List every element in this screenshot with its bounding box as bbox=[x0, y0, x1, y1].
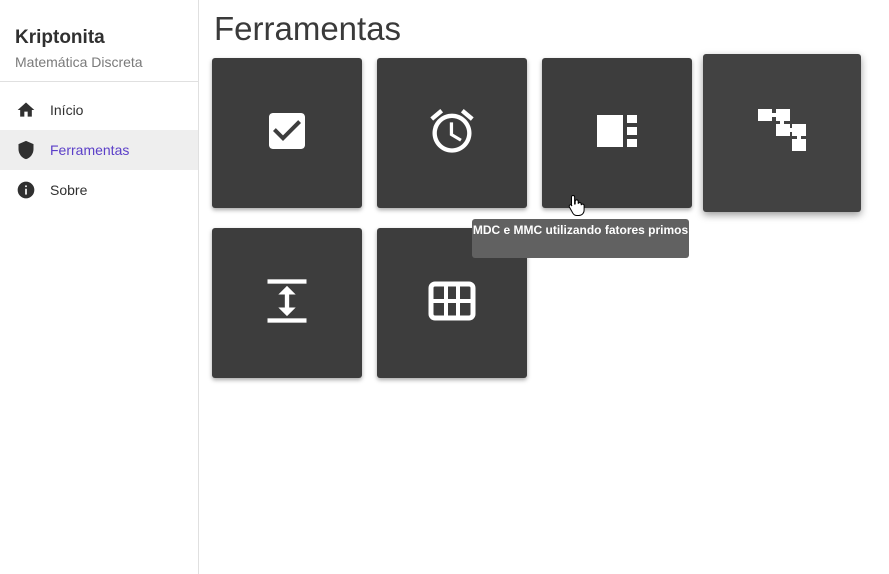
sidebar-nav: Início Ferramentas Sobre bbox=[0, 90, 198, 210]
hierarchy-icon bbox=[756, 107, 808, 160]
alarm-icon bbox=[426, 105, 478, 162]
page-title: Ferramentas bbox=[214, 10, 402, 47]
checkbox-icon bbox=[263, 107, 311, 160]
brand: Kriptonita Matemática Discreta bbox=[0, 0, 198, 82]
main-content: Ferramentas bbox=[200, 0, 889, 574]
tool-tile-view-column[interactable] bbox=[542, 58, 692, 208]
tool-tile-vertical-align[interactable] bbox=[212, 228, 362, 378]
brand-title: Kriptonita bbox=[15, 27, 105, 48]
sidebar-item-label: Sobre bbox=[50, 182, 88, 198]
tool-tile-alarm[interactable] bbox=[377, 58, 527, 208]
view-column-icon bbox=[593, 107, 641, 160]
sidebar: Kriptonita Matemática Discreta Início Fe… bbox=[0, 0, 199, 574]
sidebar-item-label: Ferramentas bbox=[50, 142, 130, 158]
grid-icon bbox=[428, 281, 476, 326]
vertical-align-icon bbox=[261, 275, 313, 332]
home-icon bbox=[16, 100, 36, 120]
tool-tile-hierarchy[interactable] bbox=[703, 54, 861, 212]
sidebar-item-inicio[interactable]: Início bbox=[0, 90, 198, 130]
shield-icon bbox=[16, 140, 36, 160]
hand-cursor-icon bbox=[568, 194, 586, 216]
sidebar-item-ferramentas[interactable]: Ferramentas bbox=[0, 130, 198, 170]
tooltip: MDC e MMC utilizando fatores primos bbox=[472, 219, 689, 258]
sidebar-item-sobre[interactable]: Sobre bbox=[0, 170, 198, 210]
info-icon bbox=[16, 180, 36, 200]
brand-subtitle: Matemática Discreta bbox=[15, 54, 143, 70]
tool-tile-checkbox[interactable] bbox=[212, 58, 362, 208]
sidebar-item-label: Início bbox=[50, 102, 84, 118]
app-window: Kriptonita Matemática Discreta Início Fe… bbox=[0, 0, 889, 574]
